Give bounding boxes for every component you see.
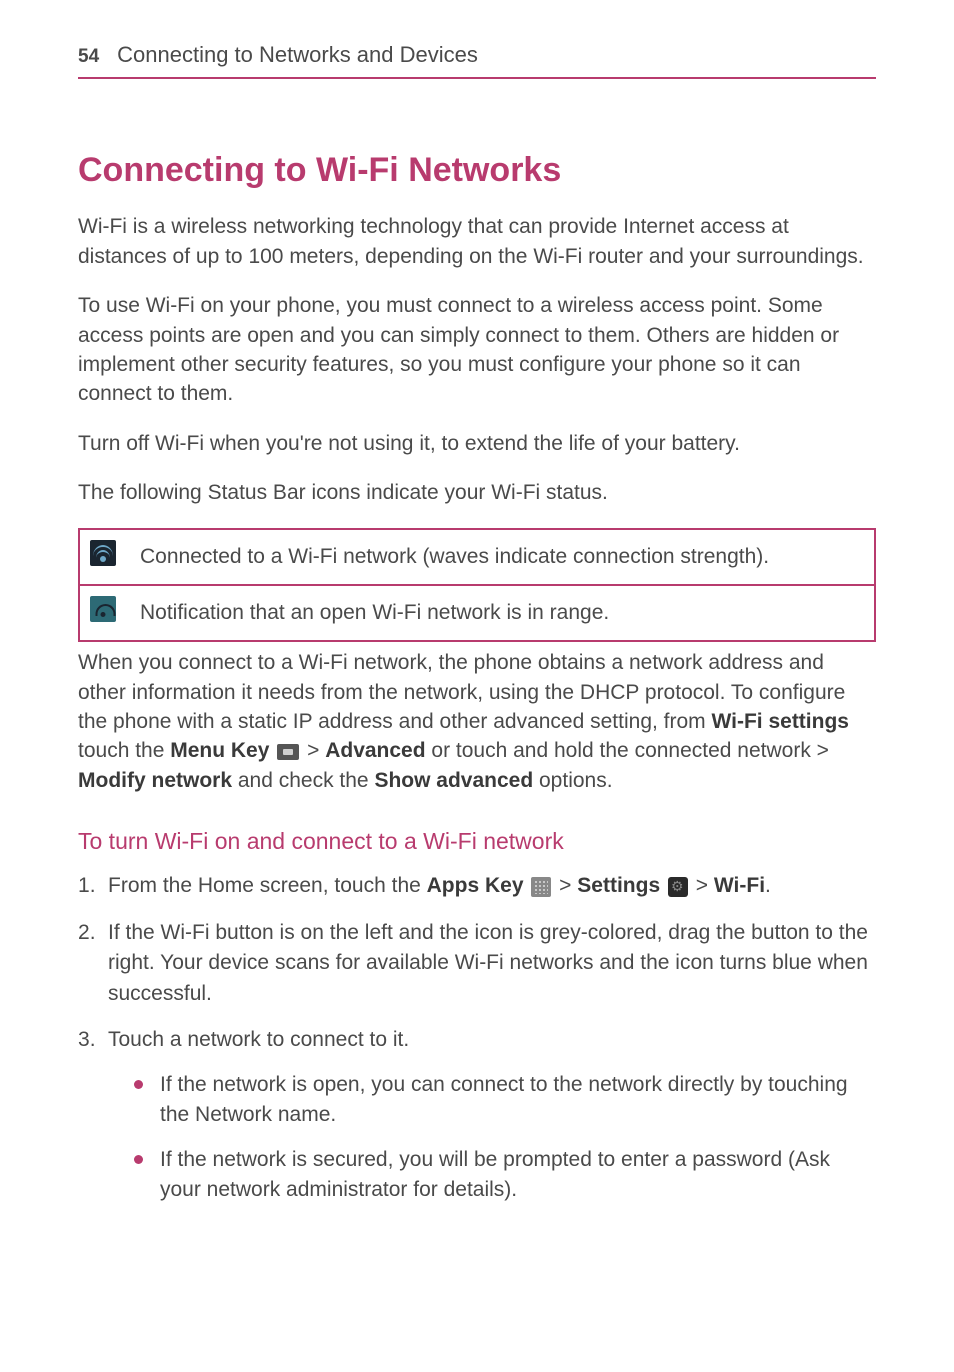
menu-key-icon — [277, 744, 299, 760]
section-title: Connecting to Networks and Devices — [117, 40, 478, 71]
text-fragment: and check the — [232, 769, 374, 792]
apps-key-icon — [531, 877, 551, 897]
apps-key-label: Apps Key — [427, 874, 524, 897]
intro-paragraph-2: To use Wi-Fi on your phone, you must con… — [78, 291, 876, 409]
list-item: If the network is secured, you will be p… — [134, 1145, 876, 1206]
advanced-label: Advanced — [325, 739, 425, 762]
page-number: 54 — [78, 44, 99, 71]
wifi-connected-icon — [90, 540, 116, 566]
settings-label: Settings — [577, 874, 660, 897]
icon-cell — [79, 529, 130, 585]
text-fragment: or touch and hold the connected network … — [426, 739, 829, 762]
intro-paragraph-1: Wi-Fi is a wireless networking technolog… — [78, 212, 876, 271]
text-fragment: options. — [533, 769, 612, 792]
text-fragment: > — [690, 874, 714, 897]
page-header: 54 Connecting to Networks and Devices — [78, 40, 876, 79]
settings-icon — [668, 877, 688, 897]
steps-list: From the Home screen, touch the Apps Key… — [78, 871, 876, 1205]
text-fragment: touch the — [78, 739, 170, 762]
wifi-open-network-icon — [90, 596, 116, 622]
text-fragment: . — [765, 874, 771, 897]
modify-network-label: Modify network — [78, 769, 232, 792]
text-fragment: From the Home screen, touch the — [108, 874, 427, 897]
icon-description: Notification that an open Wi-Fi network … — [130, 585, 875, 641]
icon-description: Connected to a Wi-Fi network (waves indi… — [130, 529, 875, 585]
list-item: If the Wi-Fi button is on the left and t… — [78, 918, 876, 1009]
table-row: Notification that an open Wi-Fi network … — [79, 585, 875, 641]
list-item: If the network is open, you can connect … — [134, 1070, 876, 1131]
list-item: Touch a network to connect to it. If the… — [78, 1025, 876, 1205]
dhcp-paragraph: When you connect to a Wi-Fi network, the… — [78, 648, 876, 795]
sub-bullets: If the network is open, you can connect … — [108, 1070, 876, 1206]
wifi-settings-label: Wi-Fi settings — [712, 710, 849, 733]
status-icon-table: Connected to a Wi-Fi network (waves indi… — [78, 528, 876, 643]
menu-key-label: Menu Key — [170, 739, 269, 762]
intro-paragraph-3: Turn off Wi-Fi when you're not using it,… — [78, 429, 876, 458]
wifi-label: Wi-Fi — [714, 874, 765, 897]
show-advanced-label: Show advanced — [374, 769, 533, 792]
text-fragment: > — [553, 874, 577, 897]
main-heading: Connecting to Wi-Fi Networks — [78, 147, 876, 195]
list-item: From the Home screen, touch the Apps Key… — [78, 871, 876, 901]
intro-paragraph-4: The following Status Bar icons indicate … — [78, 478, 876, 507]
icon-cell — [79, 585, 130, 641]
sub-heading: To turn Wi-Fi on and connect to a Wi-Fi … — [78, 825, 876, 857]
step-text: Touch a network to connect to it. — [108, 1028, 409, 1051]
text-fragment: > — [301, 739, 325, 762]
table-row: Connected to a Wi-Fi network (waves indi… — [79, 529, 875, 585]
